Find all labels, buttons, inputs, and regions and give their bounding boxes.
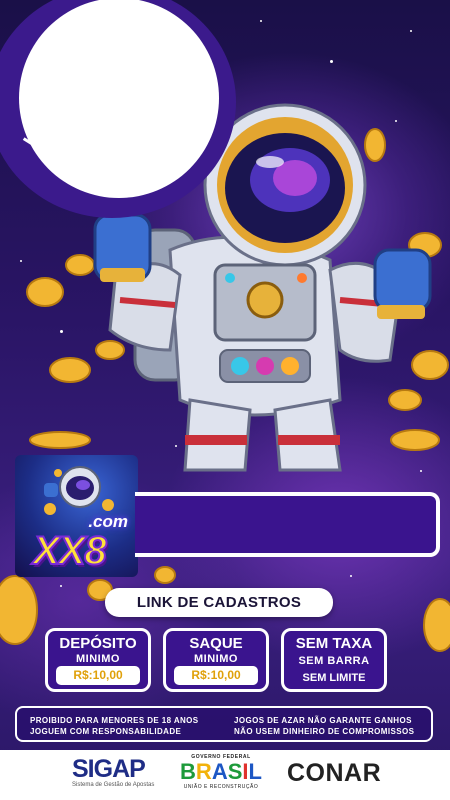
no-fee-card-title: SEM TAXA <box>295 635 373 652</box>
sigap-name: SIGAP <box>72 755 146 783</box>
link-bar <box>135 492 440 557</box>
brand-name: XX8 <box>32 528 108 574</box>
withdraw-card-title: SAQUE <box>189 635 243 652</box>
withdraw-card-subtitle: MINIMO <box>194 653 238 665</box>
deposit-card-subtitle: MINIMO <box>76 653 120 665</box>
disclaimer-age-text: PROIBIDO PARA MENORES DE 18 ANOS <box>30 716 199 725</box>
gov-name: BRASIL <box>180 759 262 784</box>
deposit-card: DEPÓSITO MINIMO R$:10,00 <box>45 628 151 692</box>
gov-bottom-text: UNIÃO E RECONSTRUÇÃO <box>183 784 259 790</box>
conar-logo: CONAR <box>287 759 382 787</box>
no-fee-card: SEM TAXA SEM BARRA SEM LIMITE <box>281 628 387 692</box>
deposit-card-value: R$:10,00 <box>56 666 140 685</box>
withdraw-card-value: R$:10,00 <box>174 666 258 685</box>
no-fee-card-subtitle: SEM BARRA <box>298 655 370 667</box>
disclaimer-box: PROIBIDO PARA MENORES DE 18 ANOS JOGUEM … <box>15 706 433 742</box>
promo-screen: LANÇAMENTO .com XX8 LINK DE CADASTROS DE… <box>0 0 450 800</box>
disclaimer-right: JOGOS DE AZAR NÃO GARANTE GANHOS NÃO USE… <box>234 715 414 737</box>
disclaimer-gains-text: JOGOS DE AZAR NÃO GARANTE GANHOS <box>234 716 412 725</box>
disclaimer-money-text: NÃO USEM DINHEIRO DE COMPROMISSOS <box>234 727 415 736</box>
disclaimer-left: PROIBIDO PARA MENORES DE 18 ANOS JOGUEM … <box>30 715 199 737</box>
sigap-subtitle: Sistema de Gestão de Apostas <box>72 782 155 788</box>
no-fee-card-extra: SEM LIMITE <box>302 672 366 684</box>
withdraw-card: SAQUE MINIMO R$:10,00 <box>163 628 269 692</box>
sigap-logo: SIGAP Sistema de Gestão de Apostas <box>72 755 155 789</box>
gov-brasil-logo: GOVERNO FEDERAL BRASIL UNIÃO E RECONSTRU… <box>176 754 266 790</box>
disclaimer-responsibility-text: JOGUEM COM RESPONSABILIDADE <box>30 727 182 736</box>
deposit-card-title: DEPÓSITO <box>59 635 137 652</box>
footer-logos: SIGAP Sistema de Gestão de Apostas GOVER… <box>0 750 450 800</box>
brand-logo: .com XX8 <box>15 455 138 577</box>
link-de-cadastros-button[interactable]: LINK DE CADASTROS <box>105 588 333 617</box>
